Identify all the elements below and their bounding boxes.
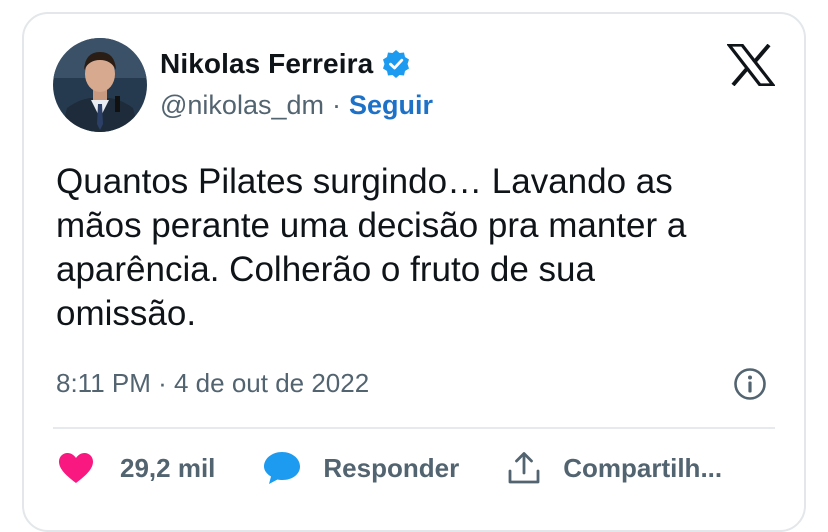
info-icon[interactable] bbox=[733, 367, 767, 401]
author-handle[interactable]: @nikolas_dm bbox=[160, 90, 324, 121]
author-name[interactable]: Nikolas Ferreira bbox=[160, 48, 373, 80]
x-logo-icon[interactable] bbox=[725, 43, 777, 87]
divider bbox=[53, 427, 775, 429]
tweet-text: Quantos Pilates surgindo… Lavando as mão… bbox=[56, 162, 687, 333]
follow-button[interactable]: Seguir bbox=[349, 90, 433, 121]
avatar[interactable] bbox=[53, 38, 147, 132]
share-button[interactable]: Compartilh... bbox=[507, 451, 722, 485]
reply-bubble-icon bbox=[264, 452, 301, 484]
handle-row: @nikolas_dm · Seguir bbox=[160, 90, 433, 121]
like-button[interactable]: 29,2 mil bbox=[58, 452, 215, 484]
verified-badge-icon bbox=[381, 49, 411, 79]
heart-icon bbox=[59, 453, 93, 483]
separator-dot: · bbox=[331, 90, 341, 120]
reply-label: Responder bbox=[323, 452, 460, 483]
like-count: 29,2 mil bbox=[120, 452, 216, 483]
action-bar: 29,2 mil Responder Compartilh... bbox=[58, 446, 722, 490]
share-label: Compartilh... bbox=[563, 452, 723, 483]
reply-button[interactable]: Responder bbox=[263, 451, 459, 485]
author-name-row: Nikolas Ferreira bbox=[160, 48, 411, 80]
share-icon bbox=[508, 452, 540, 484]
tweet-timestamp[interactable]: 8:11 PM · 4 de out de 2022 bbox=[56, 368, 369, 399]
